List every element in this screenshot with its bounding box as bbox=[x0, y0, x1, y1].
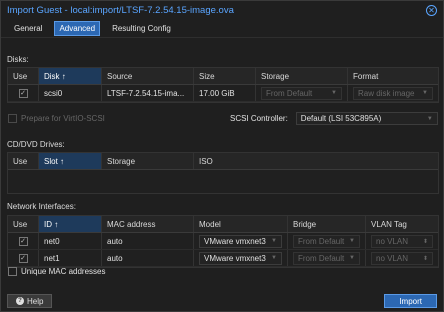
col-size[interactable]: Size bbox=[194, 68, 256, 84]
chevron-down-icon: ▼ bbox=[331, 90, 337, 96]
disk-id: scsi0 bbox=[39, 85, 102, 101]
import-guest-dialog: Import Guest - local:import/LTSF-7.2.54.… bbox=[0, 0, 444, 312]
close-icon[interactable]: ✕ bbox=[426, 5, 437, 16]
col-id[interactable]: ID ↑ bbox=[39, 216, 102, 232]
tab-bar: General Advanced Resulting Config bbox=[1, 20, 443, 38]
net-id: net1 bbox=[39, 250, 102, 266]
unique-mac-label: Unique MAC addresses bbox=[21, 267, 106, 276]
model-value: VMware vmxnet3 bbox=[204, 253, 266, 263]
help-label: Help bbox=[27, 296, 44, 306]
spinner-icon: ⬍ bbox=[422, 255, 428, 262]
use-checkbox[interactable]: ✓ bbox=[18, 253, 28, 263]
title-bar: Import Guest - local:import/LTSF-7.2.54.… bbox=[1, 1, 443, 20]
net-mac: auto bbox=[102, 250, 194, 266]
storage-select[interactable]: From Default ▼ bbox=[261, 86, 342, 100]
format-value: Raw disk image bbox=[358, 88, 415, 98]
cdrom-grid: Use Slot ↑ Storage ISO bbox=[7, 152, 439, 194]
disks-label: Disks: bbox=[7, 55, 29, 64]
cdrom-label: CD/DVD Drives: bbox=[7, 140, 65, 149]
col-disk[interactable]: Disk ↑ bbox=[39, 68, 102, 84]
col-bridge[interactable]: Bridge bbox=[288, 216, 366, 232]
disks-grid: Use Disk ↑ Source Size Storage Format ✓ … bbox=[7, 67, 439, 103]
net-mac: auto bbox=[102, 233, 194, 249]
scsi-value: Default (LSI 53C895A) bbox=[300, 114, 382, 123]
table-row: ✓ net1 auto VMware vmxnet3 ▼ From Default… bbox=[8, 250, 438, 267]
col-use[interactable]: Use bbox=[8, 216, 39, 232]
chevron-down-icon: ▼ bbox=[422, 90, 428, 96]
disk-size: 17.00 GiB bbox=[194, 85, 256, 101]
dialog-footer: ? Help Import bbox=[1, 291, 443, 311]
bridge-value: From Default bbox=[298, 236, 345, 246]
vlan-value: no VLAN bbox=[376, 253, 409, 263]
use-checkbox[interactable]: ✓ bbox=[18, 88, 28, 98]
col-storage[interactable]: Storage bbox=[102, 153, 194, 169]
format-select[interactable]: Raw disk image ▼ bbox=[353, 86, 433, 100]
storage-value: From Default bbox=[266, 88, 313, 98]
dialog-title: Import Guest - local:import/LTSF-7.2.54.… bbox=[7, 5, 234, 16]
disk-source: LTSF-7.2.54.15-ima... bbox=[102, 85, 194, 101]
tab-resulting-config[interactable]: Resulting Config bbox=[108, 22, 175, 35]
table-row: ✓ net0 auto VMware vmxnet3 ▼ From Default… bbox=[8, 233, 438, 250]
use-checkbox[interactable]: ✓ bbox=[18, 236, 28, 246]
virtio-checkbox[interactable] bbox=[8, 114, 17, 123]
vlan-spinner[interactable]: no VLAN ⬍ bbox=[371, 251, 433, 265]
col-vlan[interactable]: VLAN Tag bbox=[366, 216, 438, 232]
scsi-controller-field: SCSI Controller: Default (LSI 53C895A) ▼ bbox=[230, 112, 438, 125]
network-header: Use ID ↑ MAC address Model Bridge VLAN T… bbox=[8, 216, 438, 233]
help-button[interactable]: ? Help bbox=[7, 294, 53, 308]
spinner-icon: ⬍ bbox=[422, 238, 428, 245]
vlan-spinner[interactable]: no VLAN ⬍ bbox=[371, 234, 433, 248]
col-slot[interactable]: Slot ↑ bbox=[39, 153, 102, 169]
chevron-down-icon: ▼ bbox=[271, 238, 277, 244]
chevron-down-icon: ▼ bbox=[349, 255, 355, 261]
vlan-value: no VLAN bbox=[376, 236, 409, 246]
virtio-option[interactable]: Prepare for VirtIO-SCSI bbox=[8, 114, 105, 123]
model-select[interactable]: VMware vmxnet3 ▼ bbox=[199, 251, 282, 265]
cdrom-header: Use Slot ↑ Storage ISO bbox=[8, 153, 438, 170]
col-model[interactable]: Model bbox=[194, 216, 288, 232]
unique-mac-checkbox[interactable] bbox=[8, 267, 17, 276]
scsi-label: SCSI Controller: bbox=[230, 114, 288, 123]
network-grid: Use ID ↑ MAC address Model Bridge VLAN T… bbox=[7, 215, 439, 268]
col-mac[interactable]: MAC address bbox=[102, 216, 194, 232]
help-icon: ? bbox=[16, 297, 24, 305]
chevron-down-icon: ▼ bbox=[271, 255, 277, 261]
disks-header: Use Disk ↑ Source Size Storage Format bbox=[8, 68, 438, 85]
scsi-controller-select[interactable]: Default (LSI 53C895A) ▼ bbox=[295, 112, 438, 125]
tab-general[interactable]: General bbox=[10, 22, 46, 35]
unique-mac-option[interactable]: Unique MAC addresses bbox=[8, 267, 105, 276]
chevron-down-icon: ▼ bbox=[349, 238, 355, 244]
col-iso[interactable]: ISO bbox=[194, 153, 438, 169]
chevron-down-icon: ▼ bbox=[426, 115, 433, 122]
col-source[interactable]: Source bbox=[102, 68, 194, 84]
col-use[interactable]: Use bbox=[8, 68, 39, 84]
virtio-label: Prepare for VirtIO-SCSI bbox=[21, 114, 105, 123]
bridge-select[interactable]: From Default ▼ bbox=[293, 251, 360, 265]
col-storage[interactable]: Storage bbox=[256, 68, 348, 84]
col-use[interactable]: Use bbox=[8, 153, 39, 169]
table-row: ✓ scsi0 LTSF-7.2.54.15-ima... 17.00 GiB … bbox=[8, 85, 438, 102]
model-select[interactable]: VMware vmxnet3 ▼ bbox=[199, 234, 282, 248]
tab-advanced[interactable]: Advanced bbox=[54, 21, 101, 36]
col-format[interactable]: Format bbox=[348, 68, 438, 84]
import-button[interactable]: Import bbox=[384, 294, 437, 308]
net-id: net0 bbox=[39, 233, 102, 249]
bridge-select[interactable]: From Default ▼ bbox=[293, 234, 360, 248]
bridge-value: From Default bbox=[298, 253, 345, 263]
model-value: VMware vmxnet3 bbox=[204, 236, 266, 246]
network-label: Network Interfaces: bbox=[7, 202, 76, 211]
